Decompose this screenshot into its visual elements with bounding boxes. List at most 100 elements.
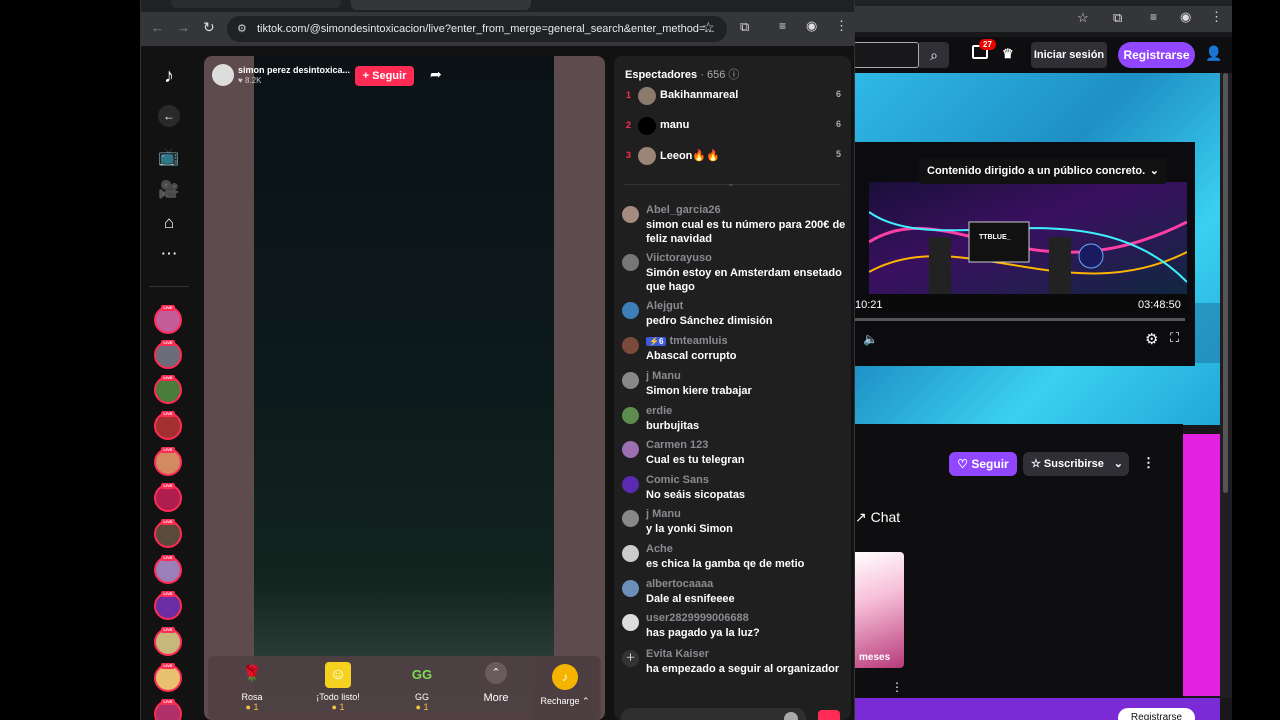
- comment-input[interactable]: [621, 708, 806, 720]
- scrollbar[interactable]: [1220, 73, 1232, 698]
- chat-username[interactable]: j Manu: [646, 370, 681, 382]
- search-icon[interactable]: ⌕: [919, 42, 949, 68]
- fullscreen-icon[interactable]: ⛶: [1170, 330, 1179, 346]
- top-viewer-row[interactable]: 3 Leeon🔥🔥 5: [626, 144, 841, 168]
- profile-icon[interactable]: ◉: [1180, 9, 1191, 25]
- live-player[interactable]: simon perez desintoxica... ♥ 8.2K + Segu…: [204, 56, 605, 720]
- chat-username[interactable]: Alejgut: [646, 300, 683, 312]
- live-avatar[interactable]: LIVE: [154, 699, 182, 720]
- extensions-icon[interactable]: ⧉: [740, 19, 749, 35]
- viewers-header[interactable]: Espectadores · 656 ⓘ: [625, 66, 739, 82]
- user-avatar[interactable]: [622, 302, 639, 319]
- bottom-register-button[interactable]: Registrarse: [1118, 708, 1195, 720]
- profile-icon[interactable]: ◉: [806, 18, 817, 34]
- video-camera-icon[interactable]: 🎥: [157, 178, 181, 202]
- live-video[interactable]: [254, 56, 554, 712]
- site-info-icon[interactable]: ⚙: [237, 16, 247, 42]
- chat-username[interactable]: Viictorayuso: [646, 252, 712, 264]
- live-avatar[interactable]: LIVE: [154, 305, 182, 334]
- reload-icon[interactable]: ↻: [203, 19, 215, 36]
- settings-icon[interactable]: ⚙: [1145, 330, 1158, 348]
- live-avatar[interactable]: LIVE: [154, 555, 182, 584]
- live-avatar[interactable]: LIVE: [154, 411, 182, 440]
- follow-button[interactable]: + Seguir: [355, 66, 414, 86]
- user-avatar[interactable]: [622, 510, 639, 527]
- volume-icon[interactable]: 🔈: [863, 332, 878, 346]
- recharge-button[interactable]: ♪ Recharge ⌃: [531, 656, 599, 720]
- live-tv-icon[interactable]: 📺: [157, 145, 181, 169]
- user-avatar[interactable]: [622, 441, 639, 458]
- login-button[interactable]: Iniciar sesión: [1031, 42, 1107, 68]
- user-avatar[interactable]: [622, 614, 639, 631]
- chat-username[interactable]: Evita Kaiser: [646, 648, 709, 660]
- chat-username[interactable]: Comic Sans: [646, 474, 709, 486]
- scroll-thumb[interactable]: [1223, 73, 1228, 493]
- user-avatar[interactable]: [622, 254, 639, 271]
- browser-tab[interactable]: [171, 0, 341, 8]
- browser-tab-active[interactable]: [351, 0, 531, 10]
- subscribe-button[interactable]: ☆ Suscribirse ⌄: [1023, 452, 1129, 476]
- user-avatar[interactable]: [622, 545, 639, 562]
- live-avatar[interactable]: LIVE: [154, 591, 182, 620]
- info-icon[interactable]: ⓘ: [728, 69, 739, 81]
- user-icon[interactable]: 👤: [1205, 45, 1222, 62]
- chat-username[interactable]: Carmen 123: [646, 439, 708, 451]
- chat-username[interactable]: albertocaaaa: [646, 578, 713, 590]
- live-avatar[interactable]: LIVE: [154, 663, 182, 692]
- media-icon[interactable]: ≡: [1150, 10, 1157, 24]
- top-viewer-row[interactable]: 2 manu 6: [626, 114, 841, 138]
- user-avatar[interactable]: [622, 476, 639, 493]
- seek-bar[interactable]: [855, 318, 1185, 321]
- live-avatar[interactable]: LIVE: [154, 519, 182, 548]
- clip-thumbnail[interactable]: meses: [855, 552, 904, 668]
- chat-username[interactable]: ⚡6 tmteamluis: [646, 335, 728, 347]
- crown-icon[interactable]: ♛: [1002, 46, 1014, 62]
- extensions-icon[interactable]: ⧉: [1113, 10, 1122, 26]
- star-icon[interactable]: ☆: [1077, 10, 1089, 26]
- live-avatar[interactable]: LIVE: [154, 627, 182, 656]
- gift-rosa[interactable]: 🌹 Rosa ● 1: [217, 662, 287, 718]
- chevron-down-icon[interactable]: ⌄: [727, 178, 735, 189]
- menu-icon[interactable]: ⋮: [1210, 9, 1223, 25]
- more-icon[interactable]: ⋯: [157, 242, 181, 266]
- star-icon[interactable]: ☆: [702, 19, 715, 36]
- menu-icon[interactable]: ⋮: [835, 18, 848, 34]
- chat-username[interactable]: user2829999006688: [646, 612, 749, 624]
- home-icon[interactable]: ⌂: [157, 211, 181, 235]
- chat-username[interactable]: Abel_garcia26: [646, 204, 721, 216]
- more-options-icon[interactable]: ⋮: [891, 680, 903, 694]
- streamer-name[interactable]: simon perez desintoxica...: [238, 65, 350, 75]
- follow-button[interactable]: ♡ Seguir: [949, 452, 1017, 476]
- forward-icon[interactable]: →: [177, 20, 190, 35]
- collapse-icon[interactable]: ←: [158, 105, 180, 127]
- register-button[interactable]: Registrarse: [1118, 42, 1195, 68]
- user-avatar[interactable]: [622, 407, 639, 424]
- user-avatar[interactable]: [622, 372, 639, 389]
- live-avatar[interactable]: LIVE: [154, 447, 182, 476]
- live-avatar[interactable]: LIVE: [154, 340, 182, 369]
- chat-link[interactable]: ↗ Chat: [855, 509, 900, 526]
- chat-username[interactable]: Ache: [646, 543, 673, 555]
- chat-username[interactable]: erdie: [646, 405, 672, 417]
- user-avatar[interactable]: [622, 580, 639, 597]
- gift-todo-listo[interactable]: ☺ ¡Todo listo! ● 1: [303, 662, 373, 718]
- chat-username[interactable]: j Manu: [646, 508, 681, 520]
- user-avatar[interactable]: [622, 337, 639, 354]
- gift-gg[interactable]: GG GG ● 1: [387, 662, 457, 718]
- age-notice-dropdown[interactable]: Contenido dirigido a un público concreto…: [919, 158, 1167, 184]
- live-avatar[interactable]: LIVE: [154, 375, 182, 404]
- top-viewer-row[interactable]: 1 Bakihanmareal 6: [626, 84, 841, 108]
- more-options-icon[interactable]: ⋮: [1142, 455, 1155, 471]
- share-icon[interactable]: ➦: [430, 66, 442, 83]
- gift-icon[interactable]: [818, 710, 840, 720]
- address-bar[interactable]: ⚙ tiktok.com/@simondesintoxicacion/live?…: [227, 16, 727, 42]
- tiktok-logo-icon[interactable]: ♪: [157, 64, 181, 88]
- search-input[interactable]: [855, 42, 919, 68]
- back-icon[interactable]: ←: [151, 20, 164, 35]
- emoji-icon[interactable]: [784, 712, 798, 720]
- user-avatar[interactable]: [622, 206, 639, 223]
- twitch-player[interactable]: TTBLUE_ Contenido dirigido a un público …: [855, 142, 1195, 366]
- more-gifts-button[interactable]: ⌃ More: [461, 662, 531, 718]
- live-avatar[interactable]: LIVE: [154, 483, 182, 512]
- streamer-avatar[interactable]: [212, 64, 234, 86]
